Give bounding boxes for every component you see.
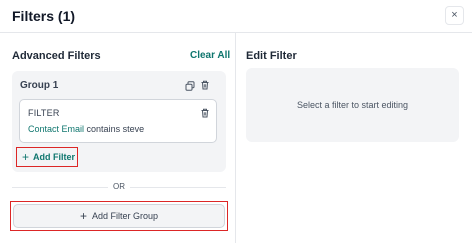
or-label: OR <box>113 182 125 191</box>
close-button[interactable]: × <box>445 6 464 25</box>
trash-icon[interactable] <box>200 80 210 90</box>
filter-operator: contains <box>86 124 121 134</box>
copy-icon[interactable] <box>185 81 195 91</box>
add-filter-button[interactable]: + Add Filter <box>16 147 78 167</box>
edit-filter-placeholder: Select a filter to start editing <box>246 68 459 142</box>
edit-filter-placeholder-text: Select a filter to start editing <box>296 100 409 110</box>
modal-title: Filters (1) <box>12 8 76 24</box>
add-filter-group-label: Add Filter Group <box>91 211 159 221</box>
advanced-filters-title: Advanced Filters <box>12 50 101 62</box>
filter-value: steve <box>122 124 145 134</box>
plus-icon: + <box>22 150 30 164</box>
add-filter-group-button[interactable]: + Add Filter Group <box>13 204 225 228</box>
filter-item[interactable] <box>19 99 217 143</box>
add-filter-label: Add Filter <box>33 152 76 162</box>
filter-label: FILTER <box>28 108 60 118</box>
filter-expression: Contact Email contains steve <box>28 124 144 134</box>
close-icon: × <box>451 9 458 21</box>
filter-trash-icon[interactable] <box>200 108 210 118</box>
clear-all-link[interactable]: Clear All <box>190 50 230 61</box>
edit-filter-title: Edit Filter <box>246 50 297 62</box>
divider-line <box>130 187 226 188</box>
or-divider: OR <box>12 181 226 193</box>
divider-line <box>12 187 108 188</box>
plus-icon: + <box>79 209 87 223</box>
group-title: Group 1 <box>20 80 59 91</box>
filter-field: Contact Email <box>28 124 85 134</box>
